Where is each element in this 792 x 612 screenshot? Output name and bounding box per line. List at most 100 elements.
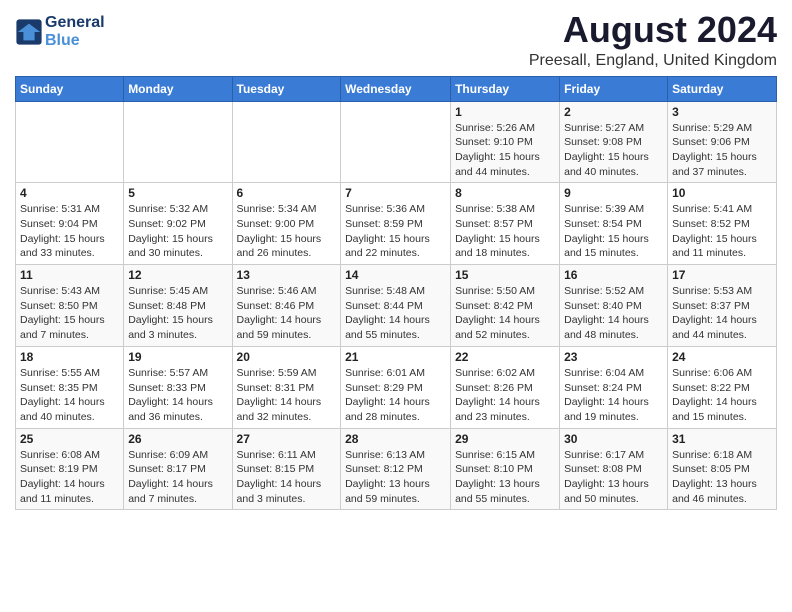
calendar-cell: 29 Sunrise: 6:15 AM Sunset: 8:10 PM Dayli… [451, 428, 560, 510]
calendar-cell: 9 Sunrise: 5:39 AM Sunset: 8:54 PM Daylig… [560, 183, 668, 265]
day-number: 10 [672, 186, 772, 200]
calendar-cell: 6 Sunrise: 5:34 AM Sunset: 9:00 PM Daylig… [232, 183, 341, 265]
calendar-week-5: 25 Sunrise: 6:08 AM Sunset: 8:19 PM Dayli… [16, 428, 777, 510]
calendar-cell: 19 Sunrise: 5:57 AM Sunset: 8:33 PM Dayli… [124, 346, 232, 428]
day-number: 30 [564, 432, 663, 446]
day-number: 28 [345, 432, 446, 446]
day-info: Sunrise: 5:32 AM Sunset: 9:02 PM Dayligh… [128, 202, 227, 261]
day-info: Sunrise: 5:45 AM Sunset: 8:48 PM Dayligh… [128, 284, 227, 343]
day-number: 25 [20, 432, 119, 446]
day-number: 9 [564, 186, 663, 200]
day-info: Sunrise: 6:02 AM Sunset: 8:26 PM Dayligh… [455, 366, 555, 425]
day-info: Sunrise: 6:11 AM Sunset: 8:15 PM Dayligh… [237, 448, 337, 507]
calendar-cell: 25 Sunrise: 6:08 AM Sunset: 8:19 PM Dayli… [16, 428, 124, 510]
col-header-saturday: Saturday [668, 76, 777, 101]
day-number: 27 [237, 432, 337, 446]
calendar-cell [341, 101, 451, 183]
calendar-cell: 16 Sunrise: 5:52 AM Sunset: 8:40 PM Dayli… [560, 265, 668, 347]
calendar-week-1: 1Sunrise: 5:26 AM Sunset: 9:10 PM Daylig… [16, 101, 777, 183]
day-info: Sunrise: 5:31 AM Sunset: 9:04 PM Dayligh… [20, 202, 119, 261]
calendar-cell: 15 Sunrise: 5:50 AM Sunset: 8:42 PM Dayli… [451, 265, 560, 347]
calendar-week-4: 18 Sunrise: 5:55 AM Sunset: 8:35 PM Dayli… [16, 346, 777, 428]
col-header-friday: Friday [560, 76, 668, 101]
day-number: 29 [455, 432, 555, 446]
title-area: August 2024 Preesall, England, United Ki… [529, 10, 777, 70]
calendar-cell: 24Sunrise: 6:06 AM Sunset: 8:22 PM Dayli… [668, 346, 777, 428]
calendar-cell: 17Sunrise: 5:53 AM Sunset: 8:37 PM Dayli… [668, 265, 777, 347]
logo-text-line1: General [45, 14, 105, 32]
calendar-cell: 28 Sunrise: 6:13 AM Sunset: 8:12 PM Dayli… [341, 428, 451, 510]
day-info: Sunrise: 6:15 AM Sunset: 8:10 PM Dayligh… [455, 448, 555, 507]
day-info: Sunrise: 5:55 AM Sunset: 8:35 PM Dayligh… [20, 366, 119, 425]
day-info: Sunrise: 5:53 AM Sunset: 8:37 PM Dayligh… [672, 284, 772, 343]
day-info: Sunrise: 5:34 AM Sunset: 9:00 PM Dayligh… [237, 202, 337, 261]
calendar-cell: 11Sunrise: 5:43 AM Sunset: 8:50 PM Dayli… [16, 265, 124, 347]
calendar-cell: 14 Sunrise: 5:48 AM Sunset: 8:44 PM Dayli… [341, 265, 451, 347]
day-number: 19 [128, 350, 227, 364]
calendar-cell: 26Sunrise: 6:09 AM Sunset: 8:17 PM Dayli… [124, 428, 232, 510]
calendar-cell: 5Sunrise: 5:32 AM Sunset: 9:02 PM Daylig… [124, 183, 232, 265]
day-info: Sunrise: 5:46 AM Sunset: 8:46 PM Dayligh… [237, 284, 337, 343]
day-number: 8 [455, 186, 555, 200]
day-info: Sunrise: 6:04 AM Sunset: 8:24 PM Dayligh… [564, 366, 663, 425]
calendar-cell: 2 Sunrise: 5:27 AM Sunset: 9:08 PM Daylig… [560, 101, 668, 183]
calendar-cell: 21Sunrise: 6:01 AM Sunset: 8:29 PM Dayli… [341, 346, 451, 428]
day-info: Sunrise: 5:26 AM Sunset: 9:10 PM Dayligh… [455, 121, 555, 180]
calendar-cell: 31Sunrise: 6:18 AM Sunset: 8:05 PM Dayli… [668, 428, 777, 510]
calendar-cell: 4 Sunrise: 5:31 AM Sunset: 9:04 PM Daylig… [16, 183, 124, 265]
calendar-cell: 8 Sunrise: 5:38 AM Sunset: 8:57 PM Daylig… [451, 183, 560, 265]
day-info: Sunrise: 6:01 AM Sunset: 8:29 PM Dayligh… [345, 366, 446, 425]
day-number: 4 [20, 186, 119, 200]
logo: General Blue [15, 14, 105, 49]
calendar-cell: 3 Sunrise: 5:29 AM Sunset: 9:06 PM Daylig… [668, 101, 777, 183]
calendar-cell: 22 Sunrise: 6:02 AM Sunset: 8:26 PM Dayli… [451, 346, 560, 428]
day-info: Sunrise: 5:41 AM Sunset: 8:52 PM Dayligh… [672, 202, 772, 261]
calendar-cell: 12Sunrise: 5:45 AM Sunset: 8:48 PM Dayli… [124, 265, 232, 347]
day-number: 20 [237, 350, 337, 364]
day-number: 15 [455, 268, 555, 282]
day-info: Sunrise: 5:39 AM Sunset: 8:54 PM Dayligh… [564, 202, 663, 261]
calendar-cell [124, 101, 232, 183]
calendar-cell: 1Sunrise: 5:26 AM Sunset: 9:10 PM Daylig… [451, 101, 560, 183]
calendar-cell: 30 Sunrise: 6:17 AM Sunset: 8:08 PM Dayli… [560, 428, 668, 510]
day-info: Sunrise: 6:18 AM Sunset: 8:05 PM Dayligh… [672, 448, 772, 507]
day-number: 18 [20, 350, 119, 364]
calendar-cell: 10 Sunrise: 5:41 AM Sunset: 8:52 PM Dayli… [668, 183, 777, 265]
page-title: August 2024 [529, 10, 777, 50]
day-info: Sunrise: 5:38 AM Sunset: 8:57 PM Dayligh… [455, 202, 555, 261]
day-number: 22 [455, 350, 555, 364]
day-info: Sunrise: 5:59 AM Sunset: 8:31 PM Dayligh… [237, 366, 337, 425]
day-info: Sunrise: 5:27 AM Sunset: 9:08 PM Dayligh… [564, 121, 663, 180]
day-number: 6 [237, 186, 337, 200]
col-header-wednesday: Wednesday [341, 76, 451, 101]
day-info: Sunrise: 5:36 AM Sunset: 8:59 PM Dayligh… [345, 202, 446, 261]
calendar-table: SundayMondayTuesdayWednesdayThursdayFrid… [15, 76, 777, 511]
day-number: 26 [128, 432, 227, 446]
day-number: 14 [345, 268, 446, 282]
day-info: Sunrise: 6:08 AM Sunset: 8:19 PM Dayligh… [20, 448, 119, 507]
day-number: 3 [672, 105, 772, 119]
col-header-monday: Monday [124, 76, 232, 101]
day-info: Sunrise: 6:13 AM Sunset: 8:12 PM Dayligh… [345, 448, 446, 507]
calendar-cell: 18 Sunrise: 5:55 AM Sunset: 8:35 PM Dayli… [16, 346, 124, 428]
col-header-thursday: Thursday [451, 76, 560, 101]
calendar-cell: 13Sunrise: 5:46 AM Sunset: 8:46 PM Dayli… [232, 265, 341, 347]
day-info: Sunrise: 6:17 AM Sunset: 8:08 PM Dayligh… [564, 448, 663, 507]
day-number: 11 [20, 268, 119, 282]
day-number: 2 [564, 105, 663, 119]
day-number: 16 [564, 268, 663, 282]
calendar-header: SundayMondayTuesdayWednesdayThursdayFrid… [16, 76, 777, 101]
day-info: Sunrise: 5:57 AM Sunset: 8:33 PM Dayligh… [128, 366, 227, 425]
day-number: 7 [345, 186, 446, 200]
day-info: Sunrise: 5:29 AM Sunset: 9:06 PM Dayligh… [672, 121, 772, 180]
col-header-sunday: Sunday [16, 76, 124, 101]
calendar-cell: 23Sunrise: 6:04 AM Sunset: 8:24 PM Dayli… [560, 346, 668, 428]
calendar-week-3: 11Sunrise: 5:43 AM Sunset: 8:50 PM Dayli… [16, 265, 777, 347]
calendar-cell: 27 Sunrise: 6:11 AM Sunset: 8:15 PM Dayli… [232, 428, 341, 510]
day-info: Sunrise: 5:52 AM Sunset: 8:40 PM Dayligh… [564, 284, 663, 343]
calendar-cell [16, 101, 124, 183]
calendar-cell [232, 101, 341, 183]
page-subtitle: Preesall, England, United Kingdom [529, 52, 777, 70]
day-info: Sunrise: 5:48 AM Sunset: 8:44 PM Dayligh… [345, 284, 446, 343]
day-info: Sunrise: 5:50 AM Sunset: 8:42 PM Dayligh… [455, 284, 555, 343]
